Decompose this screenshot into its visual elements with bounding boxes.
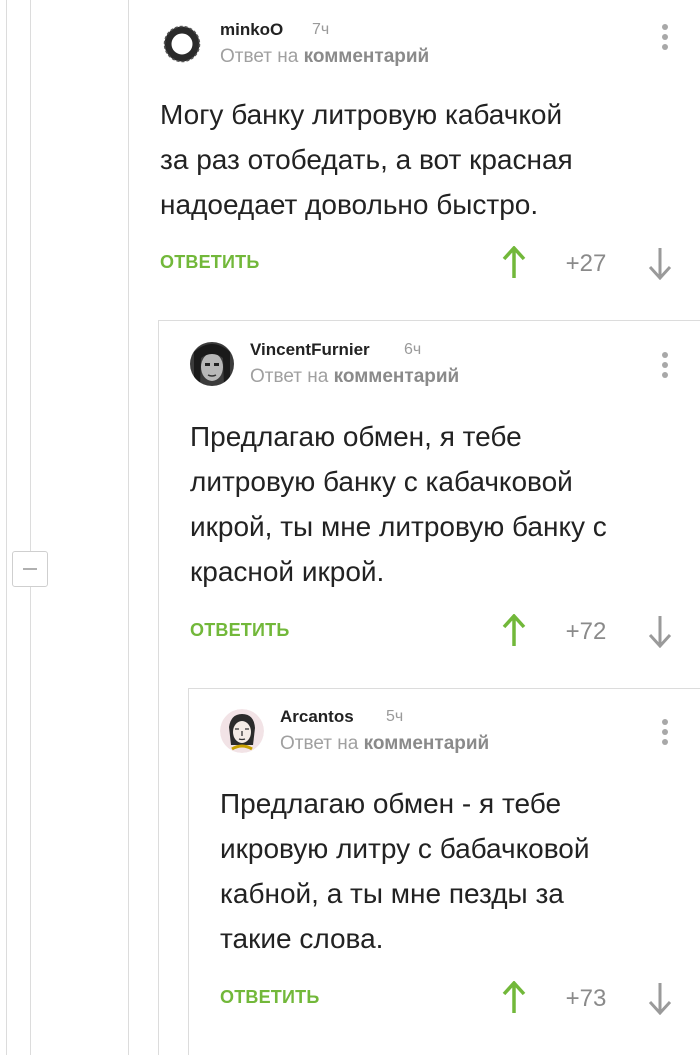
reply-prefix: Ответ на: [280, 733, 359, 754]
downvote-arrow-icon[interactable]: [648, 246, 672, 280]
vote-controls: +27: [502, 244, 672, 284]
comment-text: Предлагаю обмен - я тебе икровую литру с…: [220, 788, 590, 954]
reply-button[interactable]: ОТВЕТИТЬ: [160, 252, 259, 273]
face-avatar[interactable]: [190, 342, 234, 386]
collapse-thread-button[interactable]: [12, 551, 48, 587]
reply-button[interactable]: ОТВЕТИТЬ: [190, 620, 289, 641]
upvote-arrow-icon[interactable]: [502, 246, 526, 280]
thread-line: [30, 0, 31, 1055]
rating-count: +73: [565, 985, 607, 1012]
reply-to-label[interactable]: Ответ на комментарий: [250, 366, 459, 388]
thread-line: [158, 320, 159, 1055]
more-options-icon[interactable]: [660, 24, 670, 54]
reply-target-link[interactable]: комментарий: [364, 733, 490, 754]
thread-branch: [158, 320, 700, 321]
more-options-icon[interactable]: [660, 719, 670, 749]
comment: minkoO 7ч Ответ на комментарий Могу банк…: [160, 18, 700, 288]
upvote-arrow-icon[interactable]: [502, 614, 526, 648]
vote-controls: +72: [502, 612, 672, 652]
comment-text: Могу банку литровую кабачкой за раз отоб…: [160, 99, 573, 220]
username[interactable]: Arcantos: [280, 707, 354, 727]
timestamp: 7ч: [312, 21, 330, 38]
thread-line: [128, 0, 129, 1055]
timestamp: 5ч: [386, 708, 404, 725]
vote-controls: +73: [502, 979, 672, 1019]
downvote-arrow-icon[interactable]: [648, 614, 672, 648]
rating-count: +27: [565, 250, 607, 277]
reply-prefix: Ответ на: [220, 46, 299, 67]
reply-to-label[interactable]: Ответ на комментарий: [280, 733, 489, 755]
thread-branch: [188, 688, 700, 689]
thread-line: [6, 0, 7, 1055]
upvote-arrow-icon[interactable]: [502, 981, 526, 1015]
thread-line: [188, 688, 189, 1055]
rating-count: +72: [565, 618, 607, 645]
username[interactable]: minkoO: [220, 20, 283, 40]
comment: VincentFurnier 6ч Ответ на комментарий П…: [190, 338, 700, 658]
username[interactable]: VincentFurnier: [250, 340, 370, 360]
reply-prefix: Ответ на: [250, 366, 329, 387]
sketch-avatar[interactable]: [220, 709, 264, 753]
timestamp: 6ч: [404, 341, 422, 358]
reply-button[interactable]: ОТВЕТИТЬ: [220, 987, 319, 1008]
more-options-icon[interactable]: [660, 352, 670, 382]
comment: Arcantos 5ч Ответ на комментарий Предлаг…: [220, 705, 700, 1035]
reply-target-link[interactable]: комментарий: [304, 46, 430, 67]
ring-avatar[interactable]: [160, 22, 204, 66]
downvote-arrow-icon[interactable]: [648, 981, 672, 1015]
comment-text: Предлагаю обмен, я тебе литровую банку с…: [190, 421, 607, 587]
reply-to-label[interactable]: Ответ на комментарий: [220, 46, 429, 68]
reply-target-link[interactable]: комментарий: [334, 366, 460, 387]
